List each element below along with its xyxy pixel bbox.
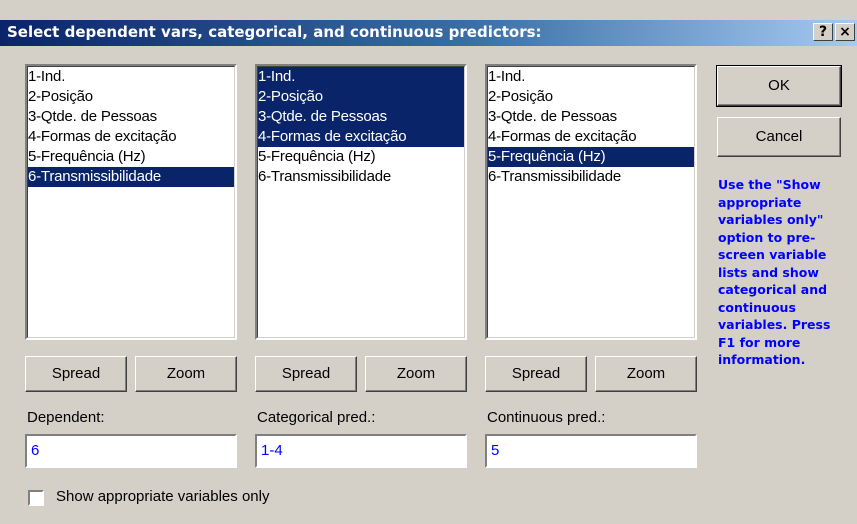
show-appropriate-label: Show appropriate variables only: [56, 488, 270, 505]
categorical-label: Categorical pred.:: [257, 409, 376, 426]
list-item[interactable]: 3-Qtde. de Pessoas: [28, 107, 234, 127]
dependent-field-value: 6: [31, 442, 40, 459]
list-item[interactable]: 3-Qtde. de Pessoas: [488, 107, 694, 127]
title-bar: Select dependent vars, categorical, and …: [0, 20, 857, 46]
spread-button-categorical[interactable]: Spread: [255, 356, 357, 392]
continuous-field[interactable]: 5: [485, 434, 697, 468]
list-item[interactable]: 2-Posição: [28, 87, 234, 107]
spread-button-continuous[interactable]: Spread: [485, 356, 587, 392]
list-item[interactable]: 6-Transmissibilidade: [258, 167, 464, 187]
zoom-button-continuous[interactable]: Zoom: [595, 356, 697, 392]
dependent-field[interactable]: 6: [25, 434, 237, 468]
ok-button[interactable]: OK: [716, 65, 842, 107]
list-item[interactable]: 1-Ind.: [488, 67, 694, 87]
zoom-button-categorical[interactable]: Zoom: [365, 356, 467, 392]
cancel-button[interactable]: Cancel: [717, 117, 841, 157]
list-item[interactable]: 1-Ind.: [28, 67, 234, 87]
zoom-button-dependent[interactable]: Zoom: [135, 356, 237, 392]
help-title-button[interactable]: ?: [813, 23, 833, 41]
show-appropriate-checkbox[interactable]: [28, 490, 44, 506]
list-item[interactable]: 6-Transmissibilidade: [488, 167, 694, 187]
spread-button-dependent[interactable]: Spread: [25, 356, 127, 392]
categorical-field-value: 1-4: [261, 442, 283, 459]
list-item[interactable]: 2-Posição: [258, 87, 464, 107]
list-item[interactable]: 6-Transmissibilidade: [28, 167, 234, 187]
list-item[interactable]: 5-Frequência (Hz): [488, 147, 694, 167]
dialog-title: Select dependent vars, categorical, and …: [7, 23, 542, 41]
categorical-predictor-list[interactable]: 1-Ind. 2-Posição 3-Qtde. de Pessoas 4-Forma…: [255, 64, 467, 340]
continuous-label: Continuous pred.:: [487, 409, 606, 426]
list-item[interactable]: 1-Ind.: [258, 67, 464, 87]
list-item[interactable]: 3-Qtde. de Pessoas: [258, 107, 464, 127]
continuous-field-value: 5: [491, 442, 500, 459]
list-item[interactable]: 4-Formas de excitação: [488, 127, 694, 147]
dependent-variable-list[interactable]: 1-Ind. 2-Posição 3-Qtde. de Pessoas 4-Forma…: [25, 64, 237, 340]
list-item[interactable]: 4-Formas de excitação: [28, 127, 234, 147]
dependent-label: Dependent:: [27, 409, 105, 426]
continuous-predictor-list[interactable]: 1-Ind. 2-Posição 3-Qtde. de Pessoas 4-Forma…: [485, 64, 697, 340]
help-text: Use the "Show appropriate variables only…: [718, 177, 831, 367]
list-item[interactable]: 5-Frequência (Hz): [28, 147, 234, 167]
list-item[interactable]: 4-Formas de excitação: [258, 127, 464, 147]
categorical-field[interactable]: 1-4: [255, 434, 467, 468]
close-title-button[interactable]: ×: [835, 23, 855, 41]
list-item[interactable]: 2-Posição: [488, 87, 694, 107]
list-item[interactable]: 5-Frequência (Hz): [258, 147, 464, 167]
